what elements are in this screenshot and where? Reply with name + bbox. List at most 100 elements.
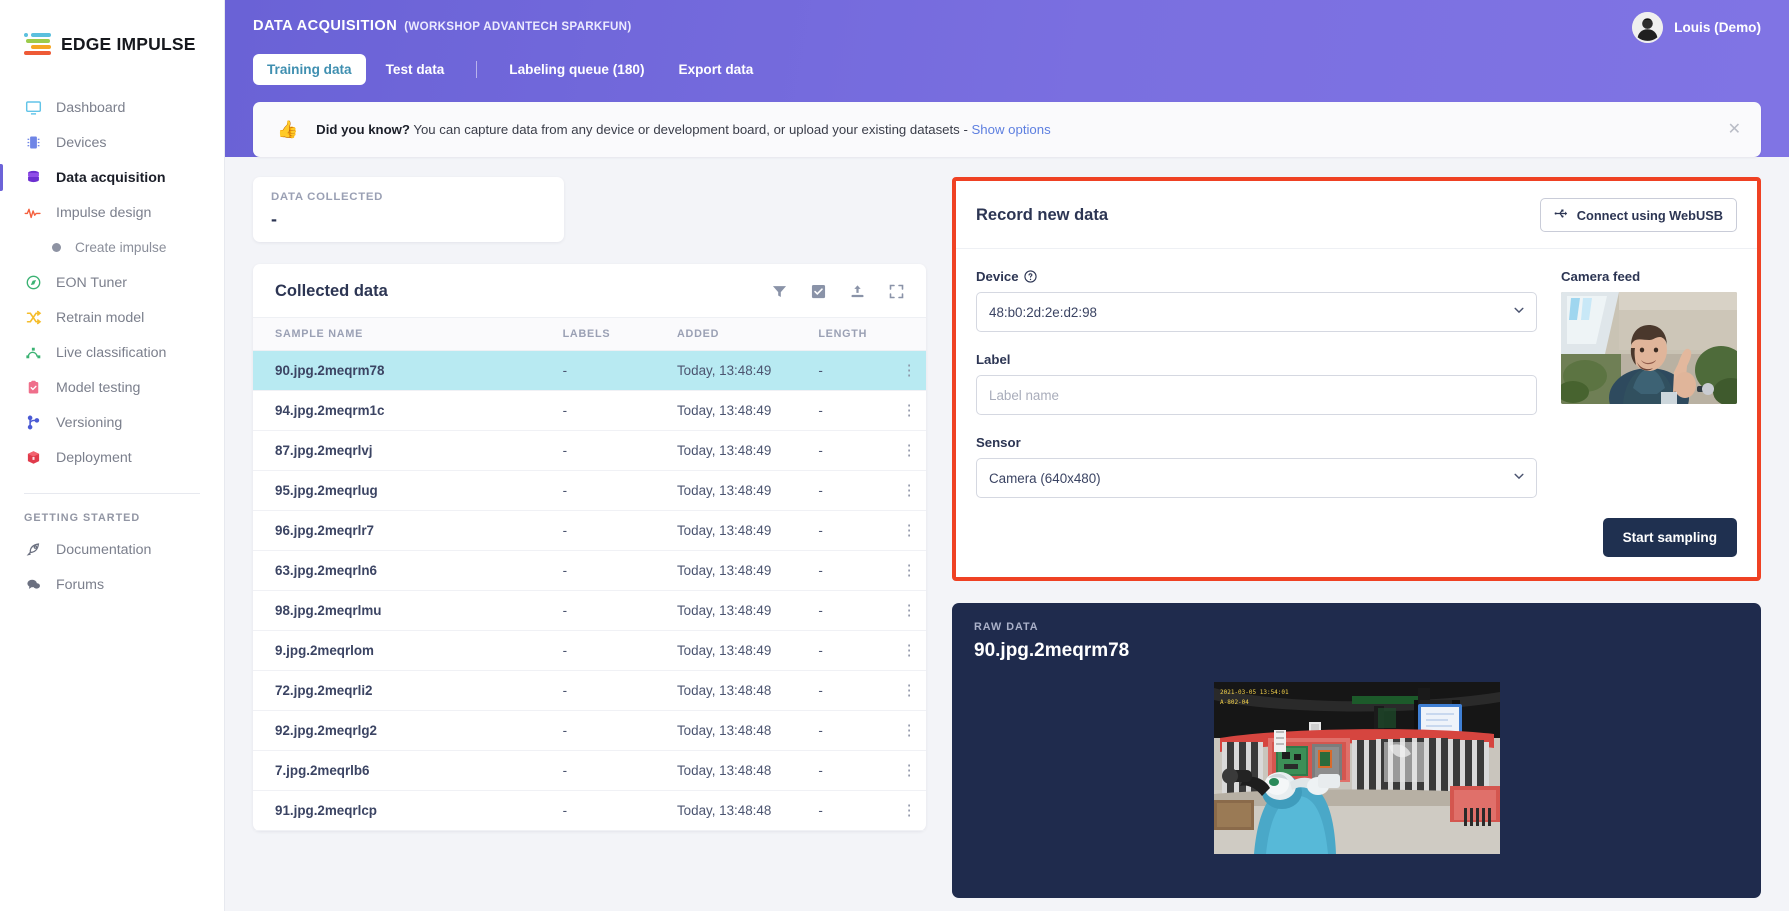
tab-export-data[interactable]: Export data <box>665 54 768 85</box>
table-row[interactable]: 98.jpg.2meqrlmu - Today, 13:48:49- ⋮ <box>253 590 926 631</box>
help-circle-icon[interactable] <box>1023 270 1037 283</box>
kebab-menu-icon[interactable]: ⋮ <box>892 710 926 751</box>
fullscreen-icon[interactable] <box>889 284 904 299</box>
kebab-menu-icon[interactable]: ⋮ <box>892 470 926 511</box>
sidebar-item-forums[interactable]: Forums <box>0 567 224 602</box>
table-row[interactable]: 72.jpg.2meqrli2- Today, 13:48:48- ⋮ <box>253 670 926 711</box>
table-row[interactable]: 94.jpg.2meqrm1c - Today, 13:48:49- ⋮ <box>253 390 926 431</box>
kebab-menu-icon[interactable]: ⋮ <box>892 790 926 831</box>
cell-added: Today, 13:48:49 <box>676 350 819 391</box>
banner-text: Did you know? You can capture data from … <box>316 122 1051 137</box>
tab-labeling-queue[interactable]: Labeling queue (180) <box>495 54 658 85</box>
sidebar-item-retrain-model[interactable]: Retrain model <box>0 300 224 335</box>
table-row[interactable]: 91.jpg.2meqrlcp - Today, 13:48:48- ⋮ <box>253 790 926 831</box>
start-sampling-button[interactable]: Start sampling <box>1602 518 1737 557</box>
brand-logo[interactable]: EDGE IMPULSE <box>0 18 224 64</box>
sidebar-item-model-testing[interactable]: Model testing <box>0 370 224 405</box>
sidebar-item-eon-tuner[interactable]: EON Tuner <box>0 265 224 300</box>
table-row[interactable]: 63.jpg.2meqrln6- Today, 13:48:49- ⋮ <box>253 550 926 591</box>
sidebar-item-documentation[interactable]: Documentation <box>0 532 224 567</box>
show-options-link[interactable]: Show options <box>972 122 1051 137</box>
kebab-menu-icon[interactable]: ⋮ <box>892 430 926 471</box>
sidebar-item-dashboard[interactable]: Dashboard <box>0 90 224 125</box>
user-menu[interactable]: Louis (Demo) <box>1632 12 1761 43</box>
sidebar-item-devices[interactable]: Devices <box>0 125 224 160</box>
chat-icon <box>24 576 42 594</box>
connect-webusb-label: Connect using WebUSB <box>1576 207 1723 223</box>
column-added: ADDED <box>676 317 819 351</box>
sidebar-item-versioning[interactable]: Versioning <box>0 405 224 440</box>
kebab-menu-icon[interactable]: ⋮ <box>892 510 926 551</box>
tab-training-data[interactable]: Training data <box>253 54 366 85</box>
record-title: Record new data <box>976 205 1109 224</box>
table-row[interactable]: 7.jpg.2meqrlb6- Today, 13:48:48- ⋮ <box>253 750 926 791</box>
sidebar-item-deployment[interactable]: Deployment <box>0 440 224 475</box>
page-subtitle: (WORKSHOP ADVANTECH SPARKFUN) <box>404 20 632 33</box>
table-row[interactable]: 87.jpg.2meqrlvj - Today, 13:48:49- ⋮ <box>253 430 926 471</box>
upload-icon[interactable] <box>850 284 865 299</box>
cell-added: Today, 13:48:49 <box>676 630 819 671</box>
sidebar-item-live-classification[interactable]: Live classification <box>0 335 224 370</box>
cell-labels: - <box>562 510 677 551</box>
cell-sample-name: 63.jpg.2meqrln6 <box>253 550 563 591</box>
cell-added: Today, 13:48:49 <box>676 550 819 591</box>
cell-added: Today, 13:48:48 <box>676 670 819 711</box>
cell-labels: - <box>562 630 677 671</box>
cell-labels: - <box>562 590 677 631</box>
graph-icon <box>24 344 42 362</box>
tab-test-data[interactable]: Test data <box>372 54 459 85</box>
rocket-icon <box>24 541 42 559</box>
table-row[interactable]: 92.jpg.2meqrlg2- Today, 13:48:48- ⋮ <box>253 710 926 751</box>
sidebar-item-label: Devices <box>56 134 107 151</box>
label-name-input[interactable] <box>976 375 1537 415</box>
sidebar-section-header: GETTING STARTED <box>24 512 141 524</box>
kebab-menu-icon[interactable]: ⋮ <box>892 670 926 711</box>
compass-icon <box>24 274 42 292</box>
cell-length: - <box>818 750 893 791</box>
branch-icon <box>24 414 42 432</box>
sidebar-item-label: Forums <box>56 576 105 593</box>
left-column: DATA COLLECTED - Collected data SAMPLE N… <box>253 177 926 911</box>
tab-bar: Training data Test data Labeling queue (… <box>253 54 1761 85</box>
cell-sample-name: 92.jpg.2meqrlg2 <box>253 710 563 751</box>
table-row[interactable]: 90.jpg.2meqrm78- Today, 13:48:49- ⋮ <box>253 350 926 391</box>
collected-data-title: Collected data <box>275 282 388 300</box>
sensor-select-wrap <box>976 458 1537 498</box>
sidebar-item-create-impulse[interactable]: Create impulse <box>0 230 224 265</box>
checkbox-icon[interactable] <box>811 284 826 299</box>
device-select[interactable] <box>976 292 1537 332</box>
kebab-menu-icon[interactable]: ⋮ <box>892 350 926 391</box>
table-row[interactable]: 96.jpg.2meqrlr7- Today, 13:48:49- ⋮ <box>253 510 926 551</box>
cell-added: Today, 13:48:49 <box>676 590 819 631</box>
record-form: Device 48:b0:2d:2e:d2:98 Label Label nam… <box>976 269 1537 498</box>
cell-added: Today, 13:48:49 <box>676 430 819 471</box>
camera-feed-label: Camera feed <box>1561 269 1641 284</box>
banner-bold: Did you know? <box>316 122 410 137</box>
page-title: DATA ACQUISITION <box>253 18 398 34</box>
cell-length: - <box>818 630 893 671</box>
cell-sample-name: 72.jpg.2meqrli2 <box>253 670 563 711</box>
cell-sample-name: 96.jpg.2meqrlr7 <box>253 510 563 551</box>
kebab-menu-icon[interactable]: ⋮ <box>892 550 926 591</box>
clipboard-check-icon <box>24 379 42 397</box>
connect-webusb-button[interactable]: Connect using WebUSB <box>1539 198 1737 232</box>
sidebar-item-impulse-design[interactable]: Impulse design <box>0 195 224 230</box>
kebab-menu-icon[interactable]: ⋮ <box>892 750 926 791</box>
cell-length: - <box>818 550 893 591</box>
cell-length: - <box>818 430 893 471</box>
cell-added: Today, 13:48:49 <box>676 390 819 431</box>
sidebar-item-data-acquisition[interactable]: Data acquisition <box>0 160 224 195</box>
filter-icon[interactable] <box>772 284 787 299</box>
kebab-menu-icon[interactable]: ⋮ <box>892 390 926 431</box>
table-row[interactable]: 95.jpg.2meqrlug - Today, 13:48:49- ⋮ <box>253 470 926 511</box>
kebab-menu-icon[interactable]: ⋮ <box>892 630 926 671</box>
top-header: DATA ACQUISITION (WORKSHOP ADVANTECH SPA… <box>225 0 1789 157</box>
cell-length: - <box>818 670 893 711</box>
close-icon[interactable]: ✕ <box>1728 121 1741 138</box>
cell-length: - <box>818 590 893 631</box>
sensor-select[interactable] <box>976 458 1537 498</box>
cell-added: Today, 13:48:48 <box>676 710 819 751</box>
table-row[interactable]: 9.jpg.2meqrlom - Today, 13:48:49- ⋮ <box>253 630 926 671</box>
kebab-menu-icon[interactable]: ⋮ <box>892 590 926 631</box>
column-labels: LABELS <box>562 317 677 351</box>
